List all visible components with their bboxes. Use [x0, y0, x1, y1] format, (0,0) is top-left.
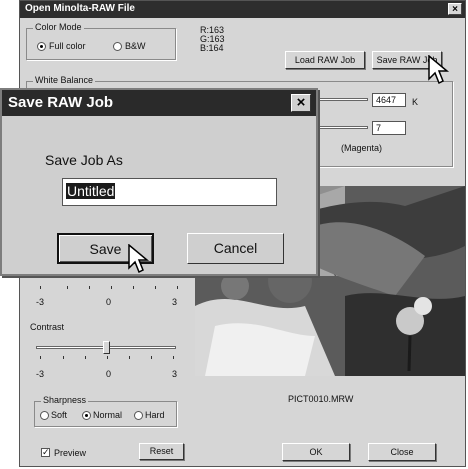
saturation-tick — [155, 286, 156, 289]
bw-radio[interactable] — [113, 42, 122, 51]
tint-label: (Magenta) — [341, 143, 383, 153]
contrast-tick — [63, 356, 64, 359]
contrast-tick — [85, 356, 86, 359]
contrast-tick — [107, 356, 108, 359]
kelvin-unit: K — [412, 97, 419, 107]
window-titlebar: Open Minolta-RAW File × — [20, 1, 465, 18]
rgb-readout-b: B:164 — [200, 43, 224, 53]
saturation-min-label: -3 — [36, 297, 45, 307]
white-balance-caption: White Balance — [33, 75, 96, 85]
saturation-max-label: 3 — [172, 297, 178, 307]
full-color-label: Full color — [49, 41, 86, 51]
saturation-tick — [67, 286, 68, 289]
contrast-tick — [129, 356, 130, 359]
file-name: PICT0010.MRW — [288, 394, 354, 404]
load-raw-job-button[interactable]: Load RAW Job — [285, 51, 365, 69]
saturation-tick — [177, 286, 178, 289]
dialog-close-button[interactable]: × — [291, 94, 311, 112]
arrow-cursor-icon — [128, 244, 150, 274]
full-color-radio[interactable] — [37, 42, 46, 51]
window-close-button[interactable]: × — [448, 3, 462, 15]
ok-button[interactable]: OK — [282, 443, 350, 461]
save-raw-job-dialog: Save RAW Job × Save Job As Untitled Save… — [0, 88, 318, 276]
arrow-cursor-icon — [428, 55, 450, 85]
sharpness-normal-label: Normal — [93, 410, 123, 420]
saturation-tick — [133, 286, 134, 289]
job-name-selected-text: Untitled — [66, 183, 116, 199]
contrast-slider-thumb[interactable] — [103, 341, 110, 354]
cancel-button[interactable]: Cancel — [187, 233, 284, 264]
color-mode-group: Color Mode Full color B&W — [26, 22, 176, 60]
sharpness-soft-label: Soft — [51, 410, 68, 420]
saturation-tick — [111, 286, 112, 289]
reset-button[interactable]: Reset — [139, 443, 184, 460]
bw-label: B&W — [125, 41, 146, 51]
dialog-titlebar: Save RAW Job × — [2, 90, 316, 116]
kelvin-input[interactable]: 4647 — [372, 93, 406, 107]
saturation-tick — [40, 286, 41, 289]
contrast-mid-label: 0 — [106, 369, 112, 379]
sharpness-caption: Sharpness — [41, 395, 89, 405]
tint-slider-track[interactable] — [315, 126, 368, 129]
kelvin-slider-track[interactable] — [315, 98, 368, 101]
contrast-tick — [40, 356, 41, 359]
saturation-tick — [89, 286, 90, 289]
sharpness-soft-radio[interactable] — [40, 411, 49, 420]
window-title: Open Minolta-RAW File — [25, 3, 135, 14]
close-button[interactable]: Close — [368, 443, 436, 461]
sharpness-hard-label: Hard — [145, 410, 165, 420]
color-mode-caption: Color Mode — [33, 22, 84, 32]
sharpness-group: Sharpness Soft Normal Hard — [34, 395, 177, 427]
sharpness-normal-radio[interactable] — [82, 411, 91, 420]
save-job-as-label: Save Job As — [45, 152, 123, 168]
tint-input[interactable]: 7 — [372, 121, 406, 135]
preview-checkbox[interactable]: ✓ — [41, 448, 50, 457]
contrast-tick — [151, 356, 152, 359]
contrast-min-label: -3 — [36, 369, 45, 379]
dialog-title: Save RAW Job — [8, 94, 114, 111]
saturation-mid-label: 0 — [106, 297, 112, 307]
contrast-label: Contrast — [30, 322, 65, 332]
contrast-tick — [173, 356, 174, 359]
job-name-input[interactable]: Untitled — [62, 178, 277, 206]
sharpness-hard-radio[interactable] — [134, 411, 143, 420]
preview-label: Preview — [54, 448, 87, 458]
contrast-max-label: 3 — [172, 369, 178, 379]
